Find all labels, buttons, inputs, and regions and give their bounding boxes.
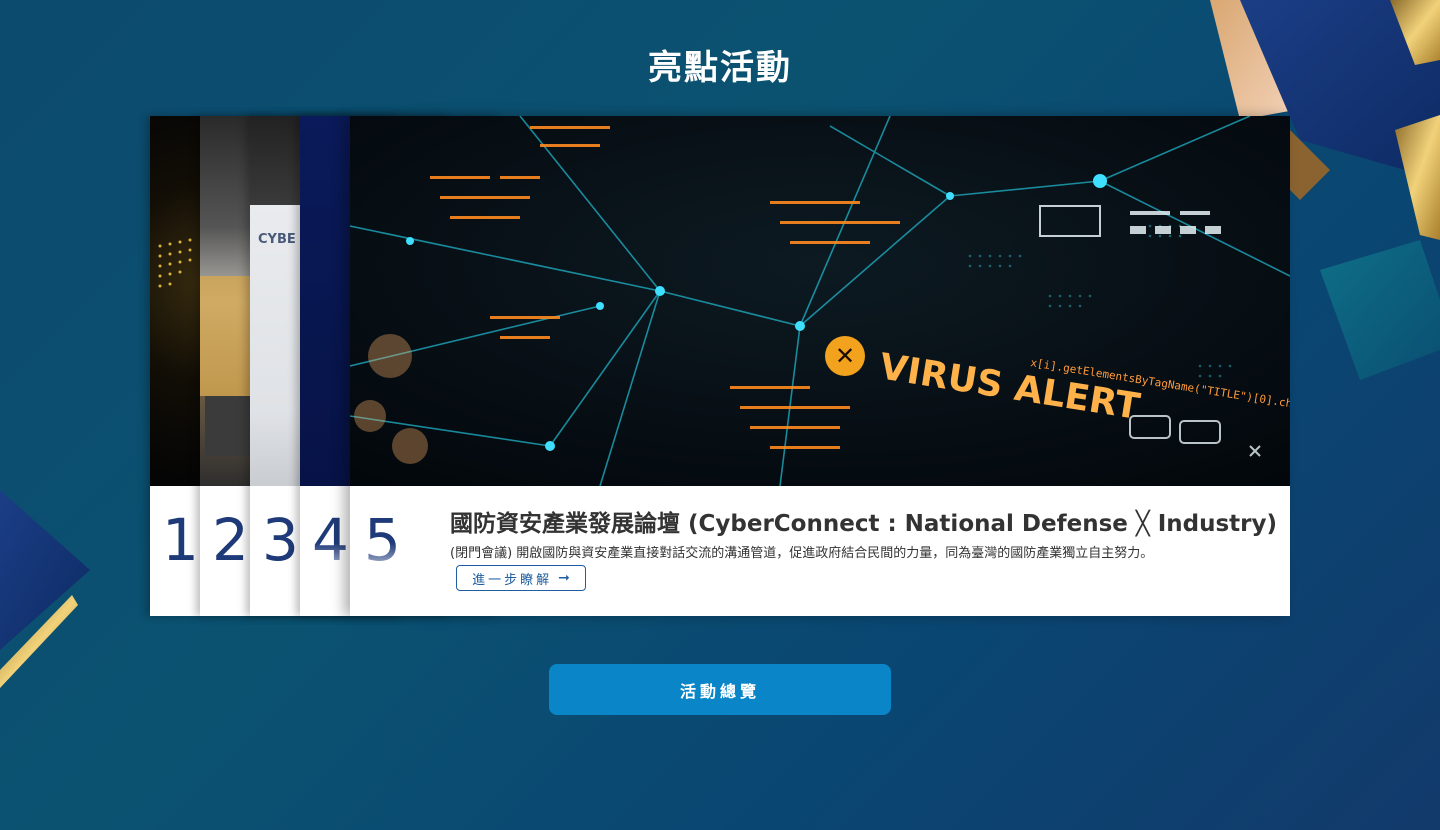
slide-title: 國防資安產業發展論壇 (CyberConnect : National Defe… bbox=[450, 511, 1278, 537]
slide-number: 5 bbox=[364, 506, 401, 574]
slide-description: (閉門會議) 開啟國防與資安產業直接對話交流的溝通管道，促進政府結合民間的力量，… bbox=[450, 546, 1154, 561]
highlight-carousel: 1 2 CYBE 3 4 ✕ VIRUS ALERT x[i].getEleme… bbox=[150, 116, 1290, 616]
slide-active[interactable]: ✕ VIRUS ALERT x[i].getElementsByTagName(… bbox=[350, 116, 1290, 616]
svg-text:✕: ✕ bbox=[835, 342, 855, 370]
page-title: 亮點活動 bbox=[648, 48, 792, 88]
slide-number: 4 bbox=[312, 506, 349, 574]
slide-number: 2 bbox=[212, 506, 249, 574]
slide-number: 3 bbox=[262, 506, 299, 574]
slide-image: ✕ VIRUS ALERT x[i].getElementsByTagName(… bbox=[350, 116, 1290, 486]
learn-more-label: 進一步瞭解 bbox=[472, 572, 553, 588]
slide-number: 1 bbox=[162, 506, 199, 574]
booth-sign-text: CYBE bbox=[258, 232, 296, 247]
activity-overview-button[interactable]: 活動總覽 bbox=[549, 664, 891, 715]
arrow-right-icon: ➞ bbox=[558, 570, 570, 586]
learn-more-button[interactable]: 進一步瞭解 ➞ bbox=[456, 565, 586, 591]
